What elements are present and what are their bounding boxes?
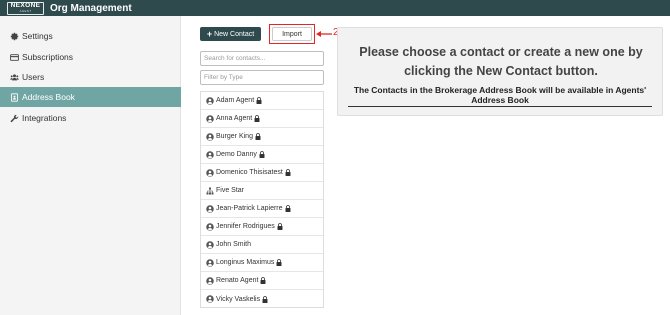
lock-icon bbox=[262, 295, 268, 303]
contact-name: John Smith bbox=[216, 241, 252, 248]
lock-icon bbox=[255, 133, 261, 140]
sidebar-item-integrations[interactable]: Integrations bbox=[0, 108, 181, 128]
sidebar-item-label: Users bbox=[22, 72, 45, 82]
contact-name: Jean-Patrick Lapierre bbox=[216, 205, 283, 212]
user-circle-icon bbox=[206, 96, 214, 105]
lock-icon bbox=[256, 97, 262, 104]
contact-name: Adam Agent bbox=[216, 97, 255, 104]
contact-list-item[interactable]: Renato Agent bbox=[201, 272, 323, 290]
org-chart-icon bbox=[206, 187, 214, 195]
sidebar-item-settings[interactable]: Settings bbox=[0, 26, 181, 46]
page-title: Org Management bbox=[50, 2, 132, 14]
contact-list-item[interactable]: Jennifer Rodrigues bbox=[201, 218, 323, 236]
contact-name: Longinus Maximus bbox=[216, 259, 275, 266]
wrench-icon bbox=[10, 114, 19, 123]
contact-list-item[interactable]: Vicky Vaskelis bbox=[201, 290, 323, 308]
sidebar-item-label: Settings bbox=[22, 31, 53, 41]
empty-state-heading: Please choose a contact or create a new … bbox=[359, 45, 643, 78]
user-circle-icon bbox=[206, 114, 214, 123]
contact-name: Vicky Vaskelis bbox=[216, 295, 261, 303]
sidebar: Settings Subscriptions Users Address Boo… bbox=[0, 16, 181, 315]
user-circle-icon bbox=[206, 204, 214, 213]
sidebar-item-subscriptions[interactable]: Subscriptions bbox=[0, 47, 181, 67]
address-book-note: The Contacts in the Brokerage Address Bo… bbox=[348, 85, 652, 107]
lock-icon bbox=[285, 205, 291, 212]
sidebar-item-users[interactable]: Users bbox=[0, 67, 181, 87]
lock-icon bbox=[254, 115, 260, 122]
new-contact-button[interactable]: + New Contact bbox=[200, 27, 261, 41]
credit-card-icon bbox=[10, 53, 19, 62]
address-book-icon bbox=[10, 92, 19, 102]
user-circle-icon bbox=[206, 150, 214, 159]
sidebar-item-label: Address Book bbox=[22, 92, 75, 102]
search-input[interactable] bbox=[200, 51, 324, 66]
contact-name: Domenico Thisisatest bbox=[216, 169, 283, 176]
nexone-logo[interactable]: NEXONE AGENT bbox=[7, 1, 44, 15]
lock-icon bbox=[276, 259, 282, 266]
empty-state-panel: Please choose a contact or create a new … bbox=[337, 27, 663, 116]
contact-name: Anna Agent bbox=[216, 115, 253, 122]
contact-list-item[interactable]: Adam Agent bbox=[201, 92, 323, 110]
user-circle-icon bbox=[206, 258, 214, 267]
contact-name: Demo Danny bbox=[216, 151, 257, 158]
user-circle-icon bbox=[206, 168, 214, 177]
contact-list: Adam Agent Anna Agent Burger King Demo D… bbox=[200, 91, 324, 308]
contact-list-item[interactable]: John Smith bbox=[201, 236, 323, 254]
contact-list-item[interactable]: Longinus Maximus bbox=[201, 254, 323, 272]
contact-list-item[interactable]: Burger King bbox=[201, 128, 323, 146]
contact-list-item[interactable]: Jean-Patrick Lapierre bbox=[201, 200, 323, 218]
contact-list-item[interactable]: Five Star bbox=[201, 182, 323, 200]
contact-name: Jennifer Rodrigues bbox=[216, 223, 275, 230]
sidebar-item-label: Subscriptions bbox=[22, 52, 74, 62]
contact-list-item[interactable]: Domenico Thisisatest bbox=[201, 164, 323, 182]
contact-name: Burger King bbox=[216, 133, 253, 140]
user-circle-icon bbox=[206, 222, 214, 231]
logo-subtext: AGENT bbox=[19, 9, 32, 14]
annotation-arrow-icon bbox=[316, 31, 332, 37]
lock-icon bbox=[259, 151, 265, 158]
lock-icon bbox=[260, 277, 266, 284]
contact-name: Renato Agent bbox=[216, 277, 259, 284]
annotation-highlight-box bbox=[269, 24, 315, 44]
contact-name: Five Star bbox=[216, 187, 245, 194]
sidebar-item-label: Integrations bbox=[22, 113, 67, 123]
user-circle-icon bbox=[206, 276, 214, 285]
users-icon bbox=[10, 73, 19, 82]
new-contact-label: New Contact bbox=[214, 30, 255, 38]
top-bar: NEXONE AGENT Org Management bbox=[0, 0, 670, 16]
user-circle-icon bbox=[206, 295, 214, 303]
user-circle-icon bbox=[206, 240, 214, 249]
plus-icon: + bbox=[206, 28, 213, 39]
sidebar-item-address-book[interactable]: Address Book bbox=[0, 87, 181, 107]
contact-list-item[interactable]: Demo Danny bbox=[201, 146, 323, 164]
lock-icon bbox=[285, 169, 291, 176]
contact-list-item[interactable]: Anna Agent bbox=[201, 110, 323, 128]
filter-type-input[interactable] bbox=[200, 70, 324, 85]
gear-icon bbox=[10, 32, 19, 41]
lock-icon bbox=[277, 223, 283, 230]
user-circle-icon bbox=[206, 132, 214, 141]
